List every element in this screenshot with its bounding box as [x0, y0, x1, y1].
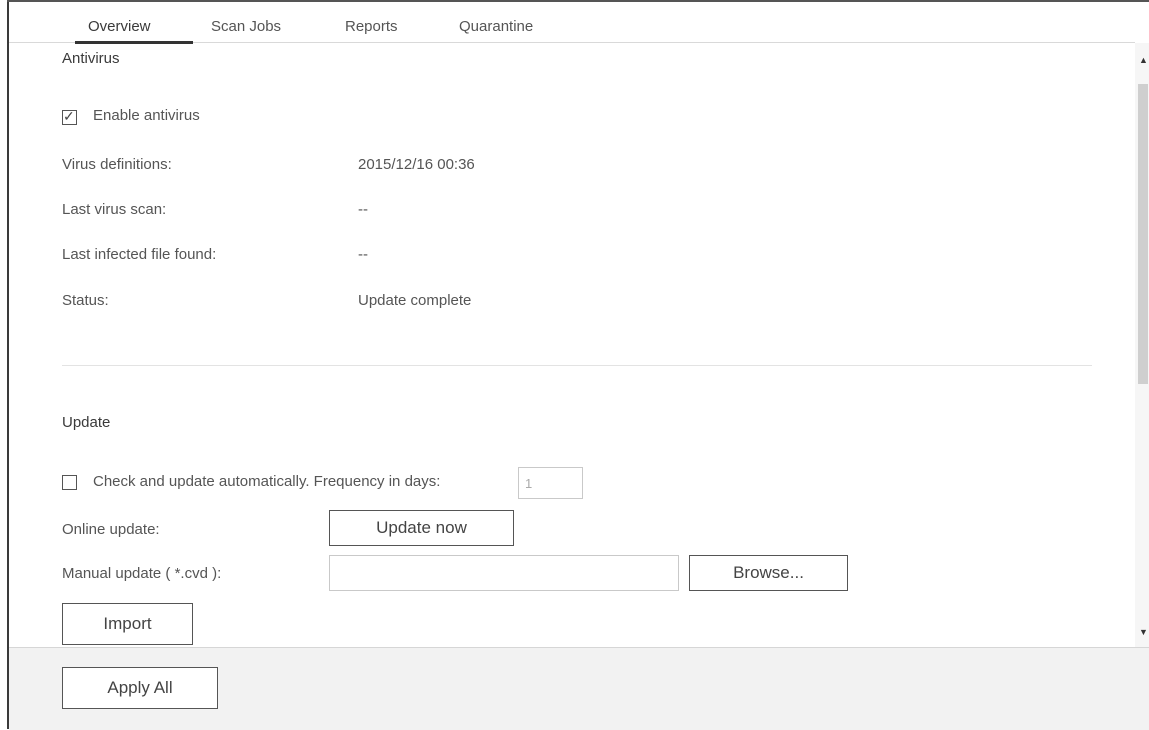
virus-definitions-value: 2015/12/16 00:36 [358, 156, 475, 173]
auto-update-label: Check and update automatically. Frequenc… [93, 473, 441, 490]
checkbox-checked-icon: ✓ [63, 108, 75, 124]
tab-overview[interactable]: Overview [88, 18, 151, 35]
apply-all-button[interactable]: Apply All [62, 667, 218, 709]
status-label: Status: [62, 292, 109, 309]
virus-definitions-label: Virus definitions: [62, 156, 172, 173]
manual-update-file-input[interactable] [329, 555, 679, 591]
online-update-label: Online update: [62, 521, 160, 538]
auto-update-checkbox[interactable] [62, 475, 77, 490]
enable-antivirus-checkbox[interactable]: ✓ [62, 108, 77, 125]
last-infected-file-label: Last infected file found: [62, 246, 217, 263]
scrollbar-thumb[interactable] [1138, 84, 1148, 384]
status-value: Update complete [358, 292, 472, 309]
antivirus-settings-window: Overview Scan Jobs Reports Quarantine An… [0, 0, 1149, 730]
overview-panel: Antivirus ✓ Enable antivirus Virus defin… [9, 43, 1135, 647]
scroll-up-arrow-icon[interactable]: ▲ [1139, 55, 1148, 65]
frequency-days-input[interactable] [518, 467, 583, 499]
manual-update-label: Manual update ( *.cvd ): [62, 565, 222, 582]
enable-antivirus-label: Enable antivirus [93, 107, 200, 124]
footer-bar: Apply All [9, 647, 1149, 730]
last-virus-scan-label: Last virus scan: [62, 201, 167, 218]
update-now-button[interactable]: Update now [329, 510, 514, 546]
browse-button[interactable]: Browse... [689, 555, 848, 591]
tab-scan-jobs[interactable]: Scan Jobs [211, 18, 281, 35]
antivirus-section-title: Antivirus [62, 50, 120, 67]
tab-reports[interactable]: Reports [345, 18, 398, 35]
tab-bar: Overview Scan Jobs Reports Quarantine [9, 2, 1135, 44]
vertical-scrollbar[interactable]: ▲ ▼ [1135, 43, 1149, 647]
section-divider [62, 365, 1092, 366]
import-button[interactable]: Import [62, 603, 193, 645]
last-infected-file-value: -- [358, 246, 368, 263]
last-virus-scan-value: -- [358, 201, 368, 218]
tab-quarantine[interactable]: Quarantine [459, 18, 533, 35]
scroll-down-arrow-icon[interactable]: ▼ [1139, 627, 1148, 637]
update-section-title: Update [62, 414, 111, 431]
